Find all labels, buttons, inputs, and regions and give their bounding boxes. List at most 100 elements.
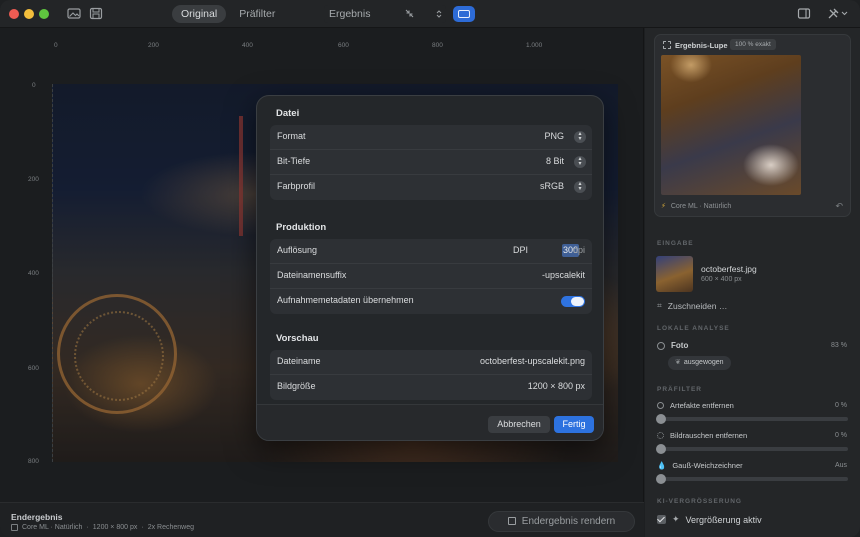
photo-label: Foto (671, 341, 689, 350)
bit-depth-label: Bit-Tiefe (277, 156, 311, 166)
artifacts-slider-knob[interactable] (656, 414, 666, 424)
reset-icon[interactable]: ↶ (835, 201, 843, 212)
status-engine: Core ML · Natürlich (22, 524, 83, 531)
close-window-button[interactable] (9, 9, 19, 19)
format-label: Format (277, 131, 306, 141)
export-settings-dialog: Datei Format PNG ▴ ▾ Bit-Tiefe 8 Bit ▴ ▾ F… (256, 95, 604, 441)
preview-size-value: 1200 × 800 px (527, 381, 585, 391)
production-settings-group: Auflösung DPI 300 dpi Dateinamensuffix -… (270, 239, 592, 314)
resolution-label: Auflösung (277, 245, 318, 255)
ruler-x-label: 800 (432, 42, 443, 49)
ruler-y-label: 200 (28, 176, 39, 183)
compare-view-button[interactable] (453, 6, 475, 22)
export-icon (507, 517, 516, 525)
preview-section-heading: Vorschau (276, 333, 319, 344)
color-profile-row[interactable]: Farbprofil sRGB ▴ ▾ (270, 175, 592, 200)
ruler-y-label: 800 (28, 458, 39, 465)
status-bar: Endergebnis Core ML · Natürlich · 1200 ×… (0, 502, 644, 537)
noise-slider-knob[interactable] (656, 444, 666, 454)
bit-depth-row[interactable]: Bit-Tiefe 8 Bit ▴ ▾ (270, 150, 592, 175)
crop-button[interactable]: ⌗ Zuschneiden … (657, 300, 727, 311)
artifacts-row: Artefakte entfernen (657, 401, 734, 410)
filename-suffix-row: Dateinamensuffix -upscalekit (270, 264, 592, 289)
sparkle-icon: ✦ (672, 514, 680, 524)
chevron-updown-icon (436, 10, 442, 18)
balance-pill[interactable]: ❦ ausgewogen (668, 356, 731, 370)
filename-suffix-label: Dateinamensuffix (277, 270, 347, 280)
bolt-icon: ⚡ (661, 203, 666, 210)
ruler-x-label: 600 (338, 42, 349, 49)
preview-group: Dateiname octoberfest-upscalekit.png Bil… (270, 350, 592, 400)
preview-size-label: Bildgröße (277, 381, 316, 391)
noise-value: 0 % (834, 432, 847, 439)
noise-icon (657, 432, 664, 439)
loupe-preview-image[interactable] (661, 55, 801, 195)
save-icon[interactable] (89, 7, 103, 20)
file-settings-group: Format PNG ▴ ▾ Bit-Tiefe 8 Bit ▴ ▾ Farbpro… (270, 125, 592, 200)
metadata-label: Aufnahmemetadaten übernehmen (277, 295, 414, 305)
tab-prefilter[interactable]: Präfilter (230, 5, 284, 23)
gauss-slider[interactable] (656, 474, 848, 484)
metadata-toggle[interactable] (561, 296, 585, 307)
dialog-footer: Abbrechen Fertig (257, 404, 603, 440)
ruler-y-label: 600 (28, 365, 39, 372)
noise-slider[interactable] (656, 444, 848, 454)
status-separator: · (86, 524, 89, 531)
camera-icon (657, 341, 665, 350)
noise-label: Bildrauschen entfernen (670, 431, 748, 440)
expand-icon[interactable] (663, 41, 671, 49)
inspector-sidebar: Ergebnis-Lupe 100 % exakt ⚡ Core ML · Na… (645, 28, 860, 537)
artifacts-slider[interactable] (656, 414, 848, 424)
split-view-icon (458, 10, 470, 18)
ruler-x-label: 400 (242, 42, 253, 49)
render-final-button[interactable]: Endergebnis rendern (488, 511, 635, 532)
format-row[interactable]: Format PNG ▴ ▾ (270, 125, 592, 150)
cancel-button[interactable]: Abbrechen (488, 416, 550, 433)
zoom-window-button[interactable] (39, 9, 49, 19)
status-title: Endergebnis (11, 512, 63, 522)
toolbar: Original Präfilter KI Ergebnis (0, 0, 860, 28)
sidebar-toggle-icon[interactable] (797, 7, 811, 20)
bit-depth-value: 8 Bit (545, 156, 564, 166)
loupe-engine: Core ML · Natürlich (670, 203, 732, 210)
cpu-icon (11, 524, 18, 531)
chevron-updown-icon[interactable]: ▴ ▾ (574, 181, 586, 193)
gauss-row: 💧 Gauß-Weichzeichner (657, 461, 743, 470)
upscale-toggle-row[interactable]: ✦ Vergrößerung aktiv (657, 514, 762, 525)
upscale-section-heading: KI-VERGRÖSSERUNG (657, 498, 742, 505)
photo-confidence: 83 % (831, 342, 847, 349)
image-icon[interactable] (67, 7, 81, 20)
status-size: 1200 × 800 px (92, 524, 138, 531)
status-path: 2x Rechenweg (147, 524, 195, 531)
preview-filename-label: Dateiname (277, 356, 321, 366)
result-select[interactable]: Ergebnis (324, 5, 446, 23)
loupe-accuracy-badge: 100 % exakt (730, 39, 776, 50)
input-section-heading: EINGABE (657, 240, 694, 247)
tab-original[interactable]: Original (172, 5, 227, 23)
filename-suffix-field[interactable]: -upscalekit (542, 270, 585, 280)
gauss-slider-knob[interactable] (656, 474, 666, 484)
minimize-window-button[interactable] (24, 9, 34, 19)
loupe-footer: ⚡ Core ML · Natürlich (661, 202, 731, 210)
input-file-thumbnail (656, 256, 693, 292)
format-value: PNG (544, 131, 564, 141)
upscale-checkbox[interactable] (657, 515, 666, 524)
chevron-updown-icon[interactable]: ▴ ▾ (574, 156, 586, 168)
dpi-unit: dpi (572, 245, 585, 255)
input-file-size: 600 × 400 px (701, 276, 742, 283)
result-loupe-card: Ergebnis-Lupe 100 % exakt ⚡ Core ML · Na… (654, 34, 851, 217)
dialog-content[interactable]: Datei Format PNG ▴ ▾ Bit-Tiefe 8 Bit ▴ ▾ F… (257, 96, 603, 404)
ruler-x-label: 200 (148, 42, 159, 49)
horizontal-ruler: 0 200 400 600 800 1.000 (52, 42, 622, 52)
done-button[interactable]: Fertig (554, 416, 594, 433)
noise-row: Bildrauschen entfernen (657, 431, 747, 440)
tools-menu-icon[interactable] (827, 7, 849, 20)
chevron-updown-icon[interactable]: ▴ ▾ (574, 131, 586, 143)
ruler-x-label: 1.000 (526, 42, 543, 49)
view-mode-segmented-control: Original Präfilter KI (172, 5, 342, 23)
loupe-title: Ergebnis-Lupe (675, 41, 728, 50)
vertical-ruler: 0 200 400 600 800 (28, 82, 52, 465)
prefilter-section-heading: PRÄFILTER (657, 386, 702, 393)
artifacts-value: 0 % (834, 402, 847, 409)
drop-icon: 💧 (657, 461, 667, 470)
